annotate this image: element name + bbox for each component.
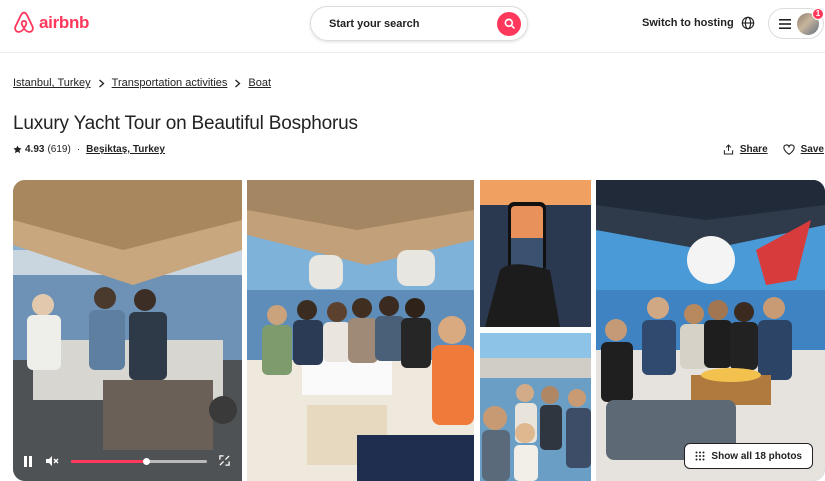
share-label: Share <box>739 144 768 155</box>
gallery-photo[interactable] <box>480 180 591 327</box>
language-button[interactable] <box>741 16 755 35</box>
top-header: airbnb Start your search Switch to hosti… <box>0 0 825 53</box>
show-all-label: Show all 18 photos <box>711 450 802 462</box>
gallery-photo[interactable]: Show all 18 photos <box>596 180 825 481</box>
user-menu-button[interactable]: 1 <box>768 7 824 39</box>
share-icon <box>723 144 733 155</box>
menu-icon <box>779 18 791 29</box>
gallery-photo[interactable] <box>480 333 591 481</box>
gallery-photo[interactable] <box>247 180 474 481</box>
chevron-right-icon <box>98 79 105 87</box>
yacht-deck-image <box>596 180 825 481</box>
separator-dot: · <box>76 144 81 155</box>
rating-value: 4.93 <box>25 144 45 155</box>
page-title: Luxury Yacht Tour on Beautiful Bosphorus <box>13 113 358 134</box>
video-progress-fill <box>71 460 146 463</box>
airbnb-logo[interactable]: airbnb <box>13 11 89 35</box>
video-controls <box>13 441 242 481</box>
breadcrumb-item[interactable]: Boat <box>248 77 271 89</box>
save-button[interactable]: Save <box>782 144 824 155</box>
breadcrumb-item[interactable]: Transportation activities <box>112 77 228 89</box>
gallery-video[interactable] <box>13 180 242 481</box>
heart-icon <box>782 144 795 155</box>
pause-icon[interactable] <box>23 455 33 467</box>
location-link[interactable]: Beşiktaş, Turkey <box>86 144 165 155</box>
search-button[interactable] <box>497 11 521 36</box>
video-progress-bar[interactable] <box>71 458 207 465</box>
airbnb-logo-icon <box>14 11 34 33</box>
breadcrumb: Istanbul, Turkey Transportation activiti… <box>13 77 271 89</box>
selfie-group-image <box>480 333 591 481</box>
share-button[interactable]: Share <box>723 144 768 155</box>
search-icon <box>504 18 515 29</box>
yacht-group-image <box>247 180 474 481</box>
listing-meta: 4.93 (619) · Beşiktaş, Turkey <box>13 144 165 155</box>
switch-to-hosting-link[interactable]: Switch to hosting <box>642 17 734 29</box>
review-count[interactable]: (619) <box>47 144 70 155</box>
search-bar[interactable]: Start your search <box>310 6 528 41</box>
search-input[interactable]: Start your search <box>329 18 497 30</box>
logo-text: airbnb <box>39 13 90 32</box>
star-icon <box>13 145 22 154</box>
save-label: Save <box>800 144 824 155</box>
mute-icon[interactable] <box>45 455 59 467</box>
notification-badge: 1 <box>812 7 824 20</box>
chevron-right-icon <box>235 79 241 87</box>
phone-sunset-image <box>480 180 591 327</box>
listing-actions: Share Save <box>723 144 825 155</box>
show-all-photos-button[interactable]: Show all 18 photos <box>684 443 813 469</box>
breadcrumb-item[interactable]: Istanbul, Turkey <box>13 77 91 89</box>
fullscreen-icon[interactable] <box>219 455 230 466</box>
globe-icon <box>741 16 755 30</box>
avatar: 1 <box>797 7 824 35</box>
photo-gallery: Show all 18 photos <box>13 180 825 481</box>
grid-icon <box>695 451 705 461</box>
video-image <box>13 180 242 481</box>
video-progress-handle[interactable] <box>142 458 150 465</box>
